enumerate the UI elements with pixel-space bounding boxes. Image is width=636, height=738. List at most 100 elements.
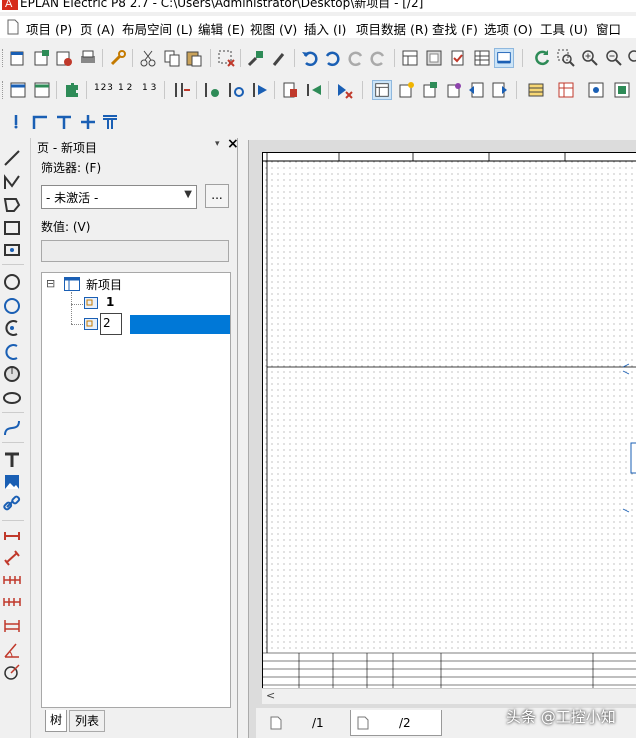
menu-tools[interactable]: 工具 (U)	[540, 19, 588, 38]
paste-icon[interactable]	[184, 48, 204, 68]
dimension-radius-icon[interactable]	[2, 662, 22, 682]
cable-icon[interactable]	[556, 80, 576, 100]
numbering-3-icon[interactable]: 1 3	[142, 83, 156, 93]
filter-select[interactable]: - 未激活 - ▼	[41, 185, 197, 209]
expand-collapse-icon[interactable]: ⊟	[46, 277, 55, 290]
menu-page[interactable]: 页 (A)	[80, 19, 115, 38]
dimension-aligned-icon[interactable]	[2, 548, 22, 568]
panel-splitter[interactable]	[238, 138, 246, 738]
menu-project[interactable]: 项目 (P)	[26, 19, 72, 38]
check-connection-icon[interactable]	[202, 80, 222, 100]
page-forward-icon[interactable]	[490, 80, 510, 100]
zoom-in-icon[interactable]	[580, 48, 600, 68]
page-navigator-icon[interactable]	[8, 80, 28, 100]
terminal-strip-icon[interactable]	[526, 80, 546, 100]
tab-list[interactable]: 列表	[69, 710, 105, 732]
zoom-all-icon[interactable]	[626, 48, 636, 68]
pin-dropdown-icon[interactable]: ▾	[215, 139, 220, 149]
page-settings-icon[interactable]	[444, 80, 464, 100]
graphic-editor-icon[interactable]	[400, 48, 420, 68]
circle-icon[interactable]	[2, 272, 22, 292]
polyline-icon[interactable]	[2, 172, 22, 192]
menu-window[interactable]: 窗口	[596, 19, 621, 38]
menu-insert[interactable]: 插入 (I)	[304, 19, 346, 38]
dimension-increment-icon[interactable]	[2, 592, 22, 612]
tab-tree[interactable]: 树	[45, 710, 67, 732]
page-properties-icon[interactable]	[32, 80, 52, 100]
numbering-1-icon[interactable]: 1 2 3	[94, 83, 113, 93]
zoom-out-icon[interactable]	[604, 48, 624, 68]
structure-icon[interactable]	[372, 80, 392, 100]
dimension-linear-icon[interactable]	[2, 526, 22, 546]
sector-icon[interactable]	[2, 364, 22, 384]
value-input[interactable]	[41, 240, 229, 262]
layout-icon[interactable]	[424, 48, 444, 68]
plc-icon[interactable]	[586, 80, 606, 100]
format-brush-icon[interactable]	[246, 48, 266, 68]
page-back-icon[interactable]	[466, 80, 486, 100]
open-project-icon[interactable]	[32, 48, 52, 68]
undo-icon[interactable]	[300, 48, 320, 68]
wrench-icon[interactable]	[108, 48, 128, 68]
rectangle-center-icon[interactable]	[2, 240, 22, 260]
text-icon[interactable]	[2, 450, 22, 470]
device-icon[interactable]	[612, 80, 632, 100]
close-panel-icon[interactable]: ×	[227, 136, 239, 152]
check-icon[interactable]	[448, 48, 468, 68]
report-icon[interactable]	[280, 80, 300, 100]
page-tab-2[interactable]: /2	[350, 710, 442, 736]
line-icon[interactable]	[2, 148, 22, 168]
macro-puzzle-icon[interactable]	[62, 80, 82, 100]
remove-icon[interactable]	[334, 80, 354, 100]
toolbar-grip[interactable]	[2, 49, 5, 67]
connection-icon[interactable]	[172, 80, 192, 100]
zoom-window-icon[interactable]	[556, 48, 576, 68]
menu-find[interactable]: 查找 (F)	[432, 19, 478, 38]
ellipse-icon[interactable]	[2, 388, 22, 408]
refresh-icon[interactable]	[532, 48, 552, 68]
print-icon[interactable]	[78, 48, 98, 68]
numbering-2-icon[interactable]: 1 2	[118, 83, 132, 93]
polygon-icon[interactable]	[2, 194, 22, 214]
horizontal-scrollbar[interactable]: <	[262, 688, 636, 704]
circle-three-point-icon[interactable]	[2, 296, 22, 316]
document-icon[interactable]	[6, 19, 20, 35]
menu-options[interactable]: 选项 (O)	[484, 19, 533, 38]
arc-three-point-icon[interactable]	[2, 342, 22, 362]
cross-node-icon[interactable]	[78, 112, 98, 132]
hyperlink-icon[interactable]	[2, 494, 22, 514]
redo-list-icon[interactable]	[368, 48, 388, 68]
brush-icon[interactable]	[270, 48, 290, 68]
redo-icon[interactable]	[346, 48, 366, 68]
rectangle-icon[interactable]	[2, 218, 22, 238]
menu-layout-space[interactable]: 布局空间 (L)	[122, 19, 193, 38]
dimension-angle-icon[interactable]	[2, 640, 22, 660]
new-page-star-icon[interactable]	[396, 80, 416, 100]
t-node-icon[interactable]	[54, 112, 74, 132]
arc-icon[interactable]	[2, 318, 22, 338]
cut-icon[interactable]	[138, 48, 158, 68]
menu-edit[interactable]: 编辑 (E)	[198, 19, 245, 38]
menu-project-data[interactable]: 项目数据 (R)	[356, 19, 428, 38]
close-project-icon[interactable]	[54, 48, 74, 68]
new-project-icon[interactable]	[8, 48, 28, 68]
double-t-node-icon[interactable]	[100, 112, 120, 132]
copy-icon[interactable]	[162, 48, 182, 68]
corner-icon[interactable]	[30, 112, 50, 132]
delete-selection-icon[interactable]	[216, 48, 236, 68]
page-rename-input[interactable]: 2	[100, 313, 122, 335]
schematic-sheet[interactable]	[262, 152, 636, 689]
dimension-base-icon[interactable]	[2, 616, 22, 636]
table-icon[interactable]	[472, 48, 492, 68]
page-tab-1[interactable]: /1	[260, 710, 352, 736]
run-icon[interactable]	[250, 80, 270, 100]
toolbar-grip[interactable]	[2, 81, 5, 99]
tree-page-1[interactable]: 1	[106, 295, 114, 309]
settings-gear-icon[interactable]	[226, 80, 246, 100]
filter-options-button[interactable]: ...	[205, 184, 229, 208]
arrow-action-icon[interactable]	[304, 80, 324, 100]
image-icon[interactable]	[2, 472, 22, 492]
connection-down-icon[interactable]	[6, 112, 26, 132]
spline-icon[interactable]	[2, 418, 22, 438]
scroll-left-icon[interactable]: <	[266, 689, 275, 702]
